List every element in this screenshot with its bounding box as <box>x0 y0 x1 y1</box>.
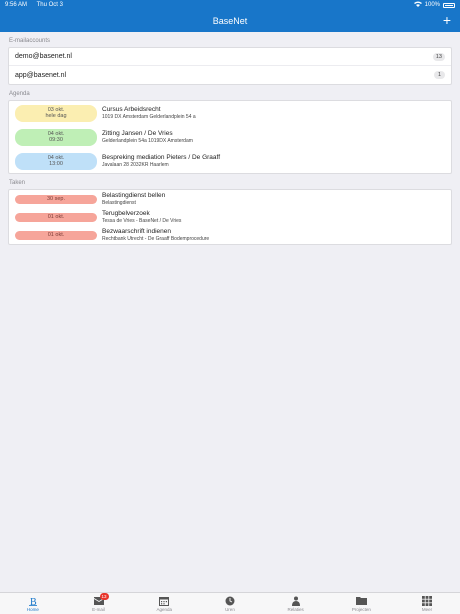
tab-meer[interactable]: Meer <box>401 595 453 612</box>
agenda-title: Cursus Arbeidsrecht <box>102 106 161 113</box>
status-date: Thu Oct 3 <box>36 2 63 8</box>
account-row[interactable]: demo@basenet.nl 13 <box>9 48 451 66</box>
agenda-info: Zitting Jansen / De Vries Gelderlandplei… <box>102 130 193 144</box>
accounts-label: E-mailaccounts <box>9 38 51 44</box>
clock-icon <box>224 596 236 606</box>
task-item[interactable]: 01 okt. Terugbelverzoek Tessa de Vries -… <box>9 208 451 226</box>
task-subtitle: Tessa de Vries - BaseNet / De Vries <box>102 218 182 224</box>
tab-label: Meer <box>421 606 433 612</box>
unread-count-badge: 1 <box>434 71 445 79</box>
tab-label: E-mail <box>92 606 105 612</box>
email-unread-badge: 13 <box>99 592 109 600</box>
tab-label: Agenda <box>156 606 172 612</box>
agenda-item[interactable]: 04 okt. 13:00 Bespreking mediation Piete… <box>9 149 451 173</box>
task-date-pill: 01 okt. <box>15 230 97 240</box>
tab-projecten[interactable]: Projecten <box>335 596 387 612</box>
svg-text:B: B <box>30 597 37 606</box>
tab-relaties[interactable]: Relaties <box>270 596 322 612</box>
tab-label: Uren <box>225 606 235 612</box>
agenda-time: 13:00 <box>49 161 63 167</box>
agenda-date-pill: 04 okt. 09:30 <box>15 128 97 146</box>
tasks-label: Taken <box>9 180 26 186</box>
add-button[interactable]: + <box>443 12 451 28</box>
agenda-info: Bespreking mediation Pieters / De Graaff… <box>102 154 220 168</box>
task-info: Bezwaarschrift indienen Rechtbank Utrech… <box>102 228 209 242</box>
task-title: Terugbelverzoek <box>102 210 150 217</box>
task-title: Belastingdienst bellen <box>102 192 166 199</box>
agenda-card: 03 okt. hele dag Cursus Arbeidsrecht 101… <box>8 100 452 174</box>
battery-percent: 100% <box>424 2 440 8</box>
agenda-label: Agenda <box>9 91 30 97</box>
agenda-location: Javalaan 28 2032KR Haarlem <box>102 162 169 168</box>
account-email: app@basenet.nl <box>15 71 67 79</box>
agenda-date-pill: 04 okt. 13:00 <box>15 152 97 170</box>
account-row[interactable]: app@basenet.nl 1 <box>9 66 451 84</box>
agenda-item[interactable]: 04 okt. 09:30 Zitting Jansen / De Vries … <box>9 125 451 149</box>
task-item[interactable]: 01 okt. Bezwaarschrift indienen Rechtban… <box>9 226 451 244</box>
unread-count-badge: 13 <box>432 52 445 61</box>
agenda-date-pill: 03 okt. hele dag <box>15 104 97 122</box>
task-subtitle: Rechtbank Utrecht - De Graaff Bodemproce… <box>102 236 210 242</box>
task-title: Bezwaarschrift indienen <box>102 228 172 235</box>
tab-label: Relaties <box>287 606 304 612</box>
tab-uren[interactable]: Uren <box>204 596 256 612</box>
basenet-b-icon: B <box>27 596 39 606</box>
agenda-time: hele dag <box>45 113 67 119</box>
task-subtitle: Belastingdienst <box>102 200 136 206</box>
folder-icon <box>355 596 367 606</box>
nav-bar: BaseNet + <box>0 10 460 32</box>
agenda-location: 1019 DX Amsterdam Gelderlandplein 54 a <box>102 114 196 120</box>
task-date-pill: 01 okt. <box>15 212 97 222</box>
grid-icon <box>421 595 433 606</box>
tab-agenda[interactable]: Agenda <box>138 596 190 612</box>
agenda-info: Cursus Arbeidsrecht 1019 DX Amsterdam Ge… <box>102 106 196 120</box>
tasks-section-label: Taken <box>0 174 460 186</box>
agenda-title: Zitting Jansen / De Vries <box>102 130 173 137</box>
status-bar: 9:56 AM Thu Oct 3 100% <box>0 0 460 10</box>
page-title: BaseNet <box>212 16 248 26</box>
agenda-location: Gelderlandplein 54a 1019DX Amsterdam <box>102 138 193 144</box>
accounts-card: demo@basenet.nl 13 app@basenet.nl 1 <box>8 47 452 85</box>
task-info: Terugbelverzoek Tessa de Vries - BaseNet… <box>102 210 181 224</box>
agenda-section-label: Agenda <box>0 85 460 97</box>
tab-label: Home <box>26 606 39 612</box>
task-date-pill: 30 sep. <box>15 194 97 204</box>
people-icon <box>290 596 302 606</box>
task-date: 30 sep. <box>46 195 66 202</box>
status-right: 100% <box>413 1 455 9</box>
account-email: demo@basenet.nl <box>15 53 72 60</box>
agenda-item[interactable]: 03 okt. hele dag Cursus Arbeidsrecht 101… <box>9 101 451 125</box>
task-date: 01 okt. <box>47 231 65 238</box>
agenda-time: 09:30 <box>49 137 63 143</box>
task-item[interactable]: 30 sep. Belastingdienst bellen Belasting… <box>9 190 451 208</box>
calendar-icon <box>158 596 170 606</box>
task-info: Belastingdienst bellen Belastingdienst <box>102 192 165 206</box>
tab-label: Projecten <box>351 606 371 612</box>
tasks-card: 30 sep. Belastingdienst bellen Belasting… <box>8 189 452 245</box>
tab-email[interactable]: 13 E-mail <box>73 592 125 612</box>
status-time: 9:56 AM <box>5 2 28 8</box>
tab-bar: B Home 13 E-mail Agenda Uren Relaties Pr… <box>0 592 460 614</box>
status-left: 9:56 AM Thu Oct 3 <box>5 2 71 8</box>
tab-home[interactable]: B Home <box>7 596 59 612</box>
wifi-icon <box>413 1 422 9</box>
accounts-section-label: E-mailaccounts <box>0 32 460 44</box>
battery-icon <box>443 2 455 8</box>
agenda-title: Bespreking mediation Pieters / De Graaff <box>102 154 221 161</box>
task-date: 01 okt. <box>47 213 65 220</box>
